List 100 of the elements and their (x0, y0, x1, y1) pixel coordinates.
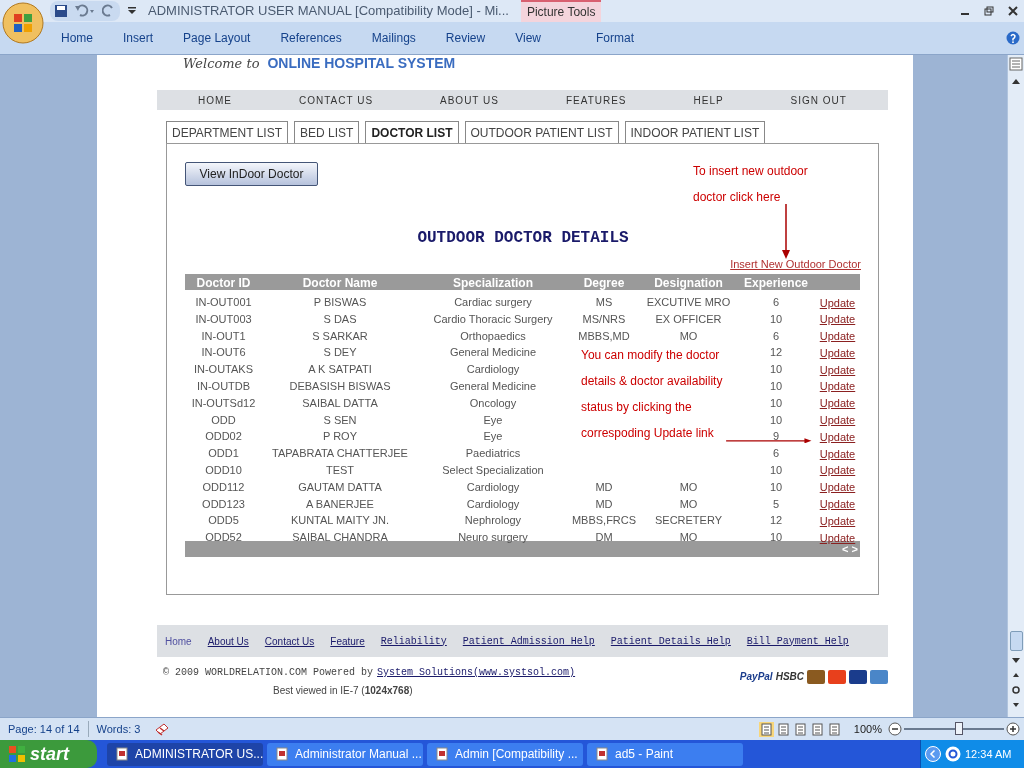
nav-link[interactable]: HELP (693, 92, 724, 108)
update-link[interactable]: Update (819, 380, 856, 393)
view-indoor-doctor-button[interactable]: View InDoor Doctor (185, 162, 318, 186)
table-cell: 5 (772, 497, 780, 510)
ribbon-tab[interactable]: View (514, 29, 542, 47)
update-link[interactable]: Update (819, 531, 856, 544)
table-cell: IN-OUTSd12 (191, 396, 256, 409)
update-link[interactable]: Update (819, 464, 856, 477)
update-link[interactable]: Update (819, 430, 856, 443)
ribbon-tab[interactable]: References (279, 29, 343, 47)
table-cell: Nephrology (464, 514, 522, 527)
table-cell: ODD (211, 413, 236, 426)
nav-link[interactable]: HOME (198, 92, 232, 108)
table-cell: SAIBAL CHANDRA (292, 531, 388, 544)
ribbon-tab[interactable]: Page Layout (182, 29, 252, 47)
annotation-text: To insert new outdoor doctor click here (693, 163, 808, 206)
ruler-toggle-icon[interactable] (1009, 57, 1023, 71)
table-cell: General Medicine (449, 346, 537, 359)
taskbar-button[interactable]: ADMINISTRATOR US... (107, 742, 263, 766)
close-icon[interactable] (1008, 6, 1018, 16)
site-name: ONLINE HOSPITAL SYSTEM (267, 55, 456, 71)
browse-object-icon[interactable] (1009, 683, 1023, 697)
help-icon[interactable] (1006, 31, 1020, 45)
update-link[interactable]: Update (819, 447, 856, 460)
update-link[interactable]: Update (819, 346, 856, 359)
chevron-icon[interactable] (925, 746, 941, 762)
table-cell: KUNTAL MAITY JN. (290, 514, 390, 527)
web-layout-icon[interactable] (792, 721, 808, 737)
update-link[interactable]: Update (819, 514, 856, 527)
list-tab[interactable]: BED LIST (294, 121, 360, 144)
nav-link[interactable]: FEATURES (565, 92, 627, 108)
table-cell: TEST (325, 463, 355, 476)
outline-icon[interactable] (809, 721, 825, 737)
zoom-level[interactable]: 100% (847, 720, 888, 738)
update-link[interactable]: Update (819, 414, 856, 427)
update-link[interactable]: Update (819, 397, 856, 410)
clock[interactable]: 12:34 AM (965, 745, 1012, 763)
update-link[interactable]: Update (819, 481, 856, 494)
list-tab[interactable]: INDOOR PATIENT LIST (624, 121, 766, 144)
best-viewed-text: Best viewed in IE-7 (1024x768) (273, 684, 414, 698)
ribbon-tab[interactable]: Format (591, 29, 638, 47)
column-header: Experience (742, 274, 809, 292)
save-icon[interactable] (54, 4, 68, 18)
table-cell: Oncology (469, 396, 517, 409)
nav-link[interactable]: ABOUT US (440, 92, 499, 108)
footer-link[interactable]: Contact Us (264, 633, 315, 649)
page-count[interactable]: Page: 14 of 14 (0, 720, 88, 738)
update-link[interactable]: Update (819, 498, 856, 511)
footer-link[interactable]: Patient Admission Help (462, 633, 595, 649)
zoom-in-icon[interactable] (1006, 722, 1020, 736)
list-tab[interactable]: OUTDOOR PATIENT LIST (464, 121, 619, 144)
table-cell: EX OFFICER (655, 312, 722, 325)
ribbon-tab[interactable]: Insert (122, 29, 155, 47)
restore-icon[interactable] (984, 6, 994, 16)
taskbar-button[interactable]: Administrator Manual ... (267, 742, 423, 766)
footer-link[interactable]: Bill Payment Help (746, 633, 849, 649)
nav-link[interactable]: CONTACT US (298, 92, 374, 108)
table-cell: ODD1 (208, 447, 239, 460)
taskbar-button[interactable]: Admin [Compatibility ... (427, 742, 583, 766)
footer-link[interactable]: Feature (330, 633, 365, 649)
scrollbar-thumb[interactable] (1009, 631, 1023, 651)
undo-icon[interactable] (74, 4, 96, 18)
nav-link[interactable]: SIGN OUT (790, 92, 847, 108)
footer-link[interactable]: Home (165, 633, 192, 649)
taskbar-button[interactable]: ad5 - Paint (587, 742, 743, 766)
table-cell: Neuro surgery (458, 531, 528, 544)
list-tab[interactable]: DOCTOR LIST (365, 121, 459, 144)
draft-icon[interactable] (826, 721, 842, 737)
update-link[interactable]: Update (819, 313, 856, 326)
update-link[interactable]: Update (819, 330, 856, 343)
update-link[interactable]: Update (819, 363, 856, 376)
update-link[interactable]: Update (819, 296, 856, 309)
zoom-slider-thumb[interactable] (954, 722, 963, 735)
customize-icon[interactable] (128, 7, 136, 15)
start-button[interactable]: start (0, 740, 97, 768)
redo-icon[interactable] (102, 4, 116, 18)
proofing-icon[interactable] (154, 722, 171, 736)
table-cell: MO (679, 329, 698, 342)
annotation-text: You can modify the doctor details & doctor availability status by clicking the correspoding Update link (581, 347, 723, 442)
footer-link[interactable]: About Us (207, 633, 249, 649)
list-tab[interactable]: DEPARTMENT LIST (166, 121, 289, 144)
column-header: Designation (653, 274, 724, 292)
payment-logo: PayPal (739, 670, 773, 684)
footer-link[interactable]: Reliability (380, 633, 447, 649)
reading-layout-icon[interactable] (775, 721, 791, 737)
ribbon-tab[interactable]: Home (60, 29, 94, 47)
powered-by-link[interactable]: System Solutions(www.systsol.com) (377, 665, 576, 680)
ribbon-tab[interactable]: Review (444, 29, 487, 47)
insert-doctor-link[interactable]: Insert New Outdoor Doctor (730, 256, 861, 273)
tray-app-icon[interactable] (945, 746, 961, 762)
print-layout-icon[interactable] (758, 721, 774, 737)
table-cell: MO (679, 497, 698, 510)
table-cell: IN-OUT003 (195, 312, 252, 325)
ribbon-tab[interactable]: Mailings (370, 29, 417, 47)
word-count[interactable]: Words: 3 (87, 720, 149, 738)
table-cell: 12 (769, 514, 783, 527)
zoom-out-icon[interactable] (888, 722, 902, 736)
table-cell: SECRETERY (654, 514, 722, 527)
document-icon (115, 747, 129, 761)
footer-link[interactable]: Patient Details Help (610, 633, 731, 649)
